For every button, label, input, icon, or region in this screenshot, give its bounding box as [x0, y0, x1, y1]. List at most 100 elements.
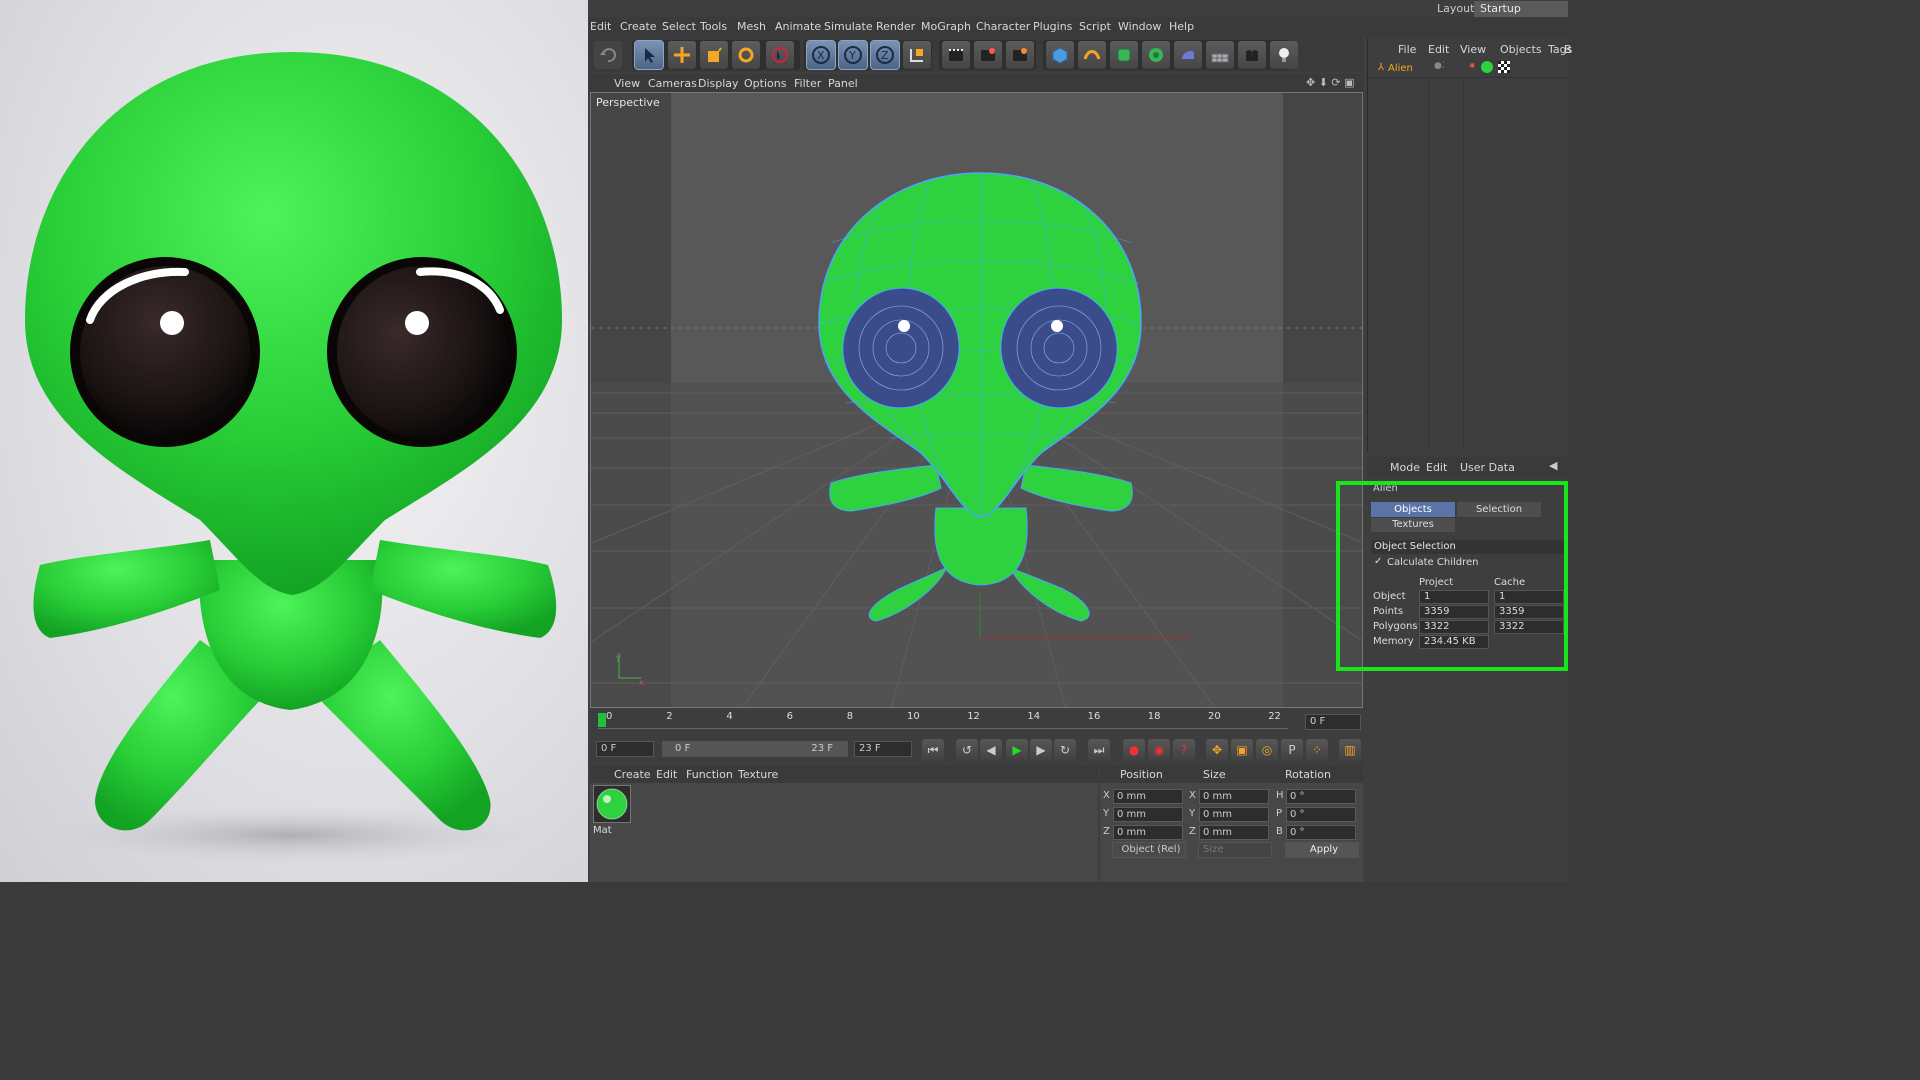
- visibility-dots-icon[interactable]: ●⁚: [1434, 61, 1445, 71]
- viewport-menu-options[interactable]: Options: [744, 77, 786, 90]
- menu-tools[interactable]: Tools: [700, 20, 727, 33]
- rotation-field[interactable]: 0 °: [1286, 825, 1356, 840]
- end-frame-field[interactable]: 23 F: [854, 741, 912, 757]
- position-field[interactable]: 0 mm: [1113, 789, 1183, 804]
- menu-render[interactable]: Render: [876, 20, 915, 33]
- rotate-icon[interactable]: [732, 41, 760, 69]
- nurbs-icon[interactable]: [1110, 41, 1138, 69]
- timeline-window-icon[interactable]: ▥: [1339, 739, 1361, 761]
- viewport-nav-icons[interactable]: ✥ ⬇ ⟳ ▣: [1306, 76, 1355, 89]
- light-icon[interactable]: [1270, 41, 1298, 69]
- move-icon[interactable]: [668, 41, 696, 69]
- menu-mesh[interactable]: Mesh: [737, 20, 766, 33]
- record-keys-icon[interactable]: ●: [1123, 739, 1145, 761]
- material-menu-edit[interactable]: Edit: [656, 768, 677, 781]
- phong-tag-icon[interactable]: ⁕: [1468, 61, 1476, 72]
- rotation-field[interactable]: 0 °: [1286, 789, 1356, 804]
- menu-plugins[interactable]: Plugins: [1033, 20, 1072, 33]
- render-view-icon[interactable]: [942, 41, 970, 69]
- size-field[interactable]: 0 mm: [1199, 789, 1269, 804]
- cube-icon[interactable]: [1046, 41, 1074, 69]
- rotation-field[interactable]: 0 °: [1286, 807, 1356, 822]
- material-menu-function[interactable]: Function: [686, 768, 733, 781]
- key-position-icon[interactable]: ✥: [1206, 739, 1228, 761]
- render-picture-viewer-icon[interactable]: [974, 41, 1002, 69]
- menu-character[interactable]: Character: [976, 20, 1030, 33]
- autokey-icon[interactable]: ◉: [1148, 739, 1170, 761]
- material-menu-create[interactable]: Create: [614, 768, 651, 781]
- position-field[interactable]: 0 mm: [1113, 825, 1183, 840]
- move-select-icon[interactable]: [634, 40, 664, 70]
- apply-button[interactable]: Apply: [1285, 842, 1359, 858]
- menu-create[interactable]: Create: [620, 20, 657, 33]
- object-row-alien[interactable]: ⅄ Alien ●⁚ ⁕: [1368, 60, 1569, 78]
- menu-mograph[interactable]: MoGraph: [921, 20, 971, 33]
- go-to-end-icon[interactable]: ⏭: [1088, 739, 1110, 761]
- play-icon[interactable]: ▶: [1006, 739, 1028, 761]
- step-forward-icon[interactable]: ▶: [1030, 739, 1052, 761]
- tab-objects-selection[interactable]: Objects Selection: [1371, 502, 1455, 530]
- object-menu-edit[interactable]: Edit: [1428, 43, 1449, 56]
- deformer-icon[interactable]: [1174, 41, 1202, 69]
- menu-select[interactable]: Select: [662, 20, 696, 33]
- current-frame-field[interactable]: 0 F: [1305, 714, 1361, 730]
- render-settings-icon[interactable]: [1006, 41, 1034, 69]
- material-thumbnail[interactable]: [593, 785, 631, 823]
- viewport-menu-cameras[interactable]: Cameras: [648, 77, 697, 90]
- texture-tag-icon[interactable]: [1498, 61, 1510, 73]
- y-axis-icon[interactable]: Y: [838, 40, 868, 70]
- key-param-icon[interactable]: P: [1281, 739, 1303, 761]
- playhead-marker[interactable]: [598, 713, 606, 727]
- scale-icon[interactable]: [700, 41, 728, 69]
- timeline-ruler[interactable]: 0 F 0 2 4 6 8 10 12 14 16 18 20 22: [588, 709, 1363, 735]
- loop-back-icon[interactable]: ↺: [956, 739, 978, 761]
- tab-selection[interactable]: Selection: [1457, 502, 1541, 517]
- key-points-icon[interactable]: ⁘: [1306, 739, 1328, 761]
- loop-forward-icon[interactable]: ↻: [1054, 739, 1076, 761]
- attribute-menu-edit[interactable]: Edit: [1426, 461, 1447, 474]
- tab-textures[interactable]: Textures: [1371, 518, 1455, 532]
- undo-icon[interactable]: [594, 41, 622, 69]
- attribute-menu-mode[interactable]: Mode: [1390, 461, 1420, 474]
- menu-help[interactable]: Help: [1169, 20, 1194, 33]
- keyframe-help-icon[interactable]: ?: [1173, 739, 1195, 761]
- menu-edit[interactable]: Edit: [590, 20, 611, 33]
- size-field[interactable]: 0 mm: [1199, 807, 1269, 822]
- perspective-viewport[interactable]: y x Perspective: [590, 92, 1363, 708]
- menu-script[interactable]: Script: [1079, 20, 1111, 33]
- size-field[interactable]: 0 mm: [1199, 825, 1269, 840]
- frame-range-slider[interactable]: 0 F 23 F: [662, 741, 848, 757]
- position-field[interactable]: 0 mm: [1113, 807, 1183, 822]
- size-mode-dropdown[interactable]: Size: [1198, 842, 1272, 858]
- coordinate-system-icon[interactable]: [903, 41, 931, 69]
- step-back-icon[interactable]: ◀: [980, 739, 1002, 761]
- z-axis-icon[interactable]: Z: [870, 40, 900, 70]
- start-frame-field[interactable]: 0 F: [596, 741, 654, 757]
- menu-window[interactable]: Window: [1118, 20, 1161, 33]
- viewport-menu-view[interactable]: View: [614, 77, 640, 90]
- viewport-menu-display[interactable]: Display: [698, 77, 739, 90]
- array-icon[interactable]: [1142, 41, 1170, 69]
- go-to-start-icon[interactable]: ⏮: [922, 739, 944, 761]
- x-axis-icon[interactable]: X: [806, 40, 836, 70]
- material-menu-texture[interactable]: Texture: [738, 768, 778, 781]
- key-scale-icon[interactable]: ▣: [1231, 739, 1253, 761]
- object-menu-b[interactable]: B: [1564, 43, 1572, 56]
- viewport-menu-panel[interactable]: Panel: [828, 77, 858, 90]
- object-menu-objects[interactable]: Objects: [1500, 43, 1542, 56]
- spline-icon[interactable]: [1078, 41, 1106, 69]
- menu-simulate[interactable]: Simulate: [824, 20, 873, 33]
- floor-icon[interactable]: [1206, 41, 1234, 69]
- attribute-menu-user-data[interactable]: User Data: [1460, 461, 1515, 474]
- back-arrow-icon[interactable]: ◀: [1549, 459, 1557, 472]
- object-menu-file[interactable]: File: [1398, 43, 1416, 56]
- viewport-menu-filter[interactable]: Filter: [794, 77, 821, 90]
- calculate-children-checkbox[interactable]: ✓: [1374, 556, 1382, 567]
- material-tag-icon[interactable]: [1481, 61, 1493, 73]
- layout-dropdown[interactable]: Startup: [1474, 1, 1568, 17]
- coordinate-mode-dropdown[interactable]: Object (Rel): [1112, 842, 1186, 858]
- camera-icon[interactable]: [1238, 41, 1266, 69]
- object-menu-view[interactable]: View: [1460, 43, 1486, 56]
- live-select-icon[interactable]: [766, 41, 794, 69]
- menu-animate[interactable]: Animate: [775, 20, 821, 33]
